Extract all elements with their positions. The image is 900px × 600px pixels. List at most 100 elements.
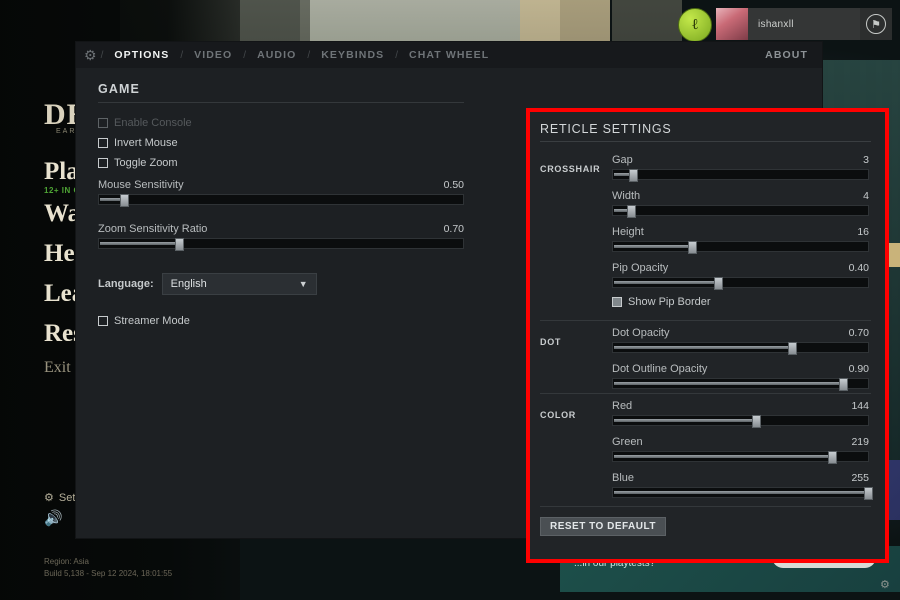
- tab-audio[interactable]: AUDIO: [246, 42, 307, 68]
- gear-icon[interactable]: ⚙: [880, 578, 890, 591]
- slider-value: 144: [851, 400, 869, 412]
- group-body: Red 144 Green 219: [612, 400, 871, 498]
- game-section-title: GAME: [98, 82, 464, 103]
- slider-track[interactable]: [98, 238, 464, 249]
- slider-fill: [614, 382, 842, 385]
- tab-options[interactable]: OPTIONS: [103, 42, 180, 68]
- user-bar[interactable]: ishanxll ⚑: [716, 8, 892, 40]
- slider-header: Dot Opacity 0.70: [612, 327, 869, 339]
- slider-header: Red 144: [612, 400, 869, 412]
- checkbox-streamer-mode[interactable]: Streamer Mode: [98, 315, 464, 327]
- tab-chat-wheel[interactable]: CHAT WHEEL: [398, 42, 500, 68]
- checkbox-invert-mouse[interactable]: Invert Mouse: [98, 137, 464, 149]
- slider-header: Gap 3: [612, 154, 869, 166]
- build-version-text: Build 5,138 - Sep 12 2024, 18:01:55: [44, 568, 172, 580]
- checkbox-box[interactable]: [98, 316, 108, 326]
- group-label: CROSSHAIR: [540, 154, 612, 316]
- slider-mouse-sensitivity[interactable]: Mouse Sensitivity 0.50: [98, 179, 464, 205]
- slider-knob[interactable]: [175, 238, 184, 251]
- language-value: English: [171, 278, 207, 290]
- slider-label: Pip Opacity: [612, 262, 668, 274]
- slider-track[interactable]: [612, 277, 869, 288]
- tab-about[interactable]: ABOUT: [765, 49, 808, 61]
- checkbox-box[interactable]: [98, 158, 108, 168]
- slider-zoom-sensitivity-ratio[interactable]: Zoom Sensitivity Ratio 0.70: [98, 223, 464, 249]
- currency-icon[interactable]: ℓ: [678, 8, 712, 42]
- speaker-icon[interactable]: 🔊: [44, 509, 63, 527]
- checkbox-label: Invert Mouse: [114, 137, 178, 149]
- slider-fill: [614, 281, 717, 284]
- flag-icon[interactable]: ⚑: [860, 8, 892, 40]
- reticle-settings-panel: RETICLE SETTINGS CROSSHAIR Gap 3: [526, 108, 889, 563]
- reset-to-default-button[interactable]: RESET TO DEFAULT: [540, 517, 666, 536]
- slider-label: Blue: [612, 472, 634, 484]
- slider-label: Height: [612, 226, 644, 238]
- slider-knob[interactable]: [828, 451, 837, 464]
- slider-value: 0.50: [444, 179, 464, 191]
- checkbox-enable-console[interactable]: Enable Console: [98, 117, 464, 129]
- slider-knob[interactable]: [839, 378, 848, 391]
- slider-track[interactable]: [612, 241, 869, 252]
- tab-video[interactable]: VIDEO: [183, 42, 243, 68]
- slider-dot-opacity[interactable]: Dot Opacity 0.70: [612, 327, 869, 353]
- slider-red[interactable]: Red 144: [612, 400, 869, 426]
- slider-gap[interactable]: Gap 3: [612, 154, 869, 180]
- slider-label: Dot Outline Opacity: [612, 363, 707, 375]
- slider-knob[interactable]: [120, 194, 129, 207]
- slider-header: Height 16: [612, 226, 869, 238]
- slider-knob[interactable]: [788, 342, 797, 355]
- slider-height[interactable]: Height 16: [612, 226, 869, 252]
- slider-knob[interactable]: [864, 487, 873, 500]
- checkbox-label: Toggle Zoom: [114, 157, 178, 169]
- slider-header: Dot Outline Opacity 0.90: [612, 363, 869, 375]
- slider-value: 4: [863, 190, 869, 202]
- slider-knob[interactable]: [629, 169, 638, 182]
- language-label: Language:: [98, 278, 154, 290]
- slider-track[interactable]: [612, 169, 869, 180]
- slider-track[interactable]: [612, 487, 869, 498]
- chevron-down-icon: ▼: [299, 279, 308, 289]
- slider-blue[interactable]: Blue 255: [612, 472, 869, 498]
- slider-track[interactable]: [612, 342, 869, 353]
- tab-keybinds[interactable]: KEYBINDS: [310, 42, 395, 68]
- slider-value: 0.90: [849, 363, 869, 375]
- options-window: ⚙ / OPTIONS / VIDEO / AUDIO / KEYBINDS /…: [76, 42, 822, 538]
- slider-fill: [614, 455, 831, 458]
- slider-track[interactable]: [612, 451, 869, 462]
- checkbox-box[interactable]: [98, 118, 108, 128]
- checkbox-show-pip-border[interactable]: Show Pip Border: [612, 296, 869, 308]
- slider-header: Width 4: [612, 190, 869, 202]
- slider-knob[interactable]: [752, 415, 761, 428]
- slider-track[interactable]: [612, 205, 869, 216]
- game-settings-panel: GAME Enable Console Invert Mouse Toggle …: [98, 82, 464, 538]
- gear-icon: ⚙: [44, 491, 54, 504]
- flag-glyph: ⚑: [866, 14, 886, 34]
- slider-dot-outline-opacity[interactable]: Dot Outline Opacity 0.90: [612, 363, 869, 389]
- slider-width[interactable]: Width 4: [612, 190, 869, 216]
- slider-label: Green: [612, 436, 643, 448]
- slider-label: Red: [612, 400, 632, 412]
- slider-header: Pip Opacity 0.40: [612, 262, 869, 274]
- slider-value: 219: [851, 436, 869, 448]
- slider-track[interactable]: [612, 415, 869, 426]
- checkbox-box[interactable]: [612, 297, 622, 307]
- group-label: COLOR: [540, 400, 612, 498]
- slider-fill: [614, 419, 755, 422]
- slider-track[interactable]: [98, 194, 464, 205]
- checkbox-toggle-zoom[interactable]: Toggle Zoom: [98, 157, 464, 169]
- slider-pip-opacity[interactable]: Pip Opacity 0.40: [612, 262, 869, 288]
- group-body: Dot Opacity 0.70 Dot Outline Opacity: [612, 327, 871, 389]
- slider-track[interactable]: [612, 378, 869, 389]
- checkbox-box[interactable]: [98, 138, 108, 148]
- slider-knob[interactable]: [627, 205, 636, 218]
- slider-value: 3: [863, 154, 869, 166]
- slider-green[interactable]: Green 219: [612, 436, 869, 462]
- checkbox-label: Enable Console: [114, 117, 192, 129]
- language-select[interactable]: English ▼: [162, 273, 317, 295]
- group-color: COLOR Red 144: [540, 393, 871, 502]
- checkbox-label: Show Pip Border: [628, 296, 711, 308]
- slider-knob[interactable]: [688, 241, 697, 254]
- slider-knob[interactable]: [714, 277, 723, 290]
- slider-value: 0.70: [849, 327, 869, 339]
- slider-fill: [614, 245, 691, 248]
